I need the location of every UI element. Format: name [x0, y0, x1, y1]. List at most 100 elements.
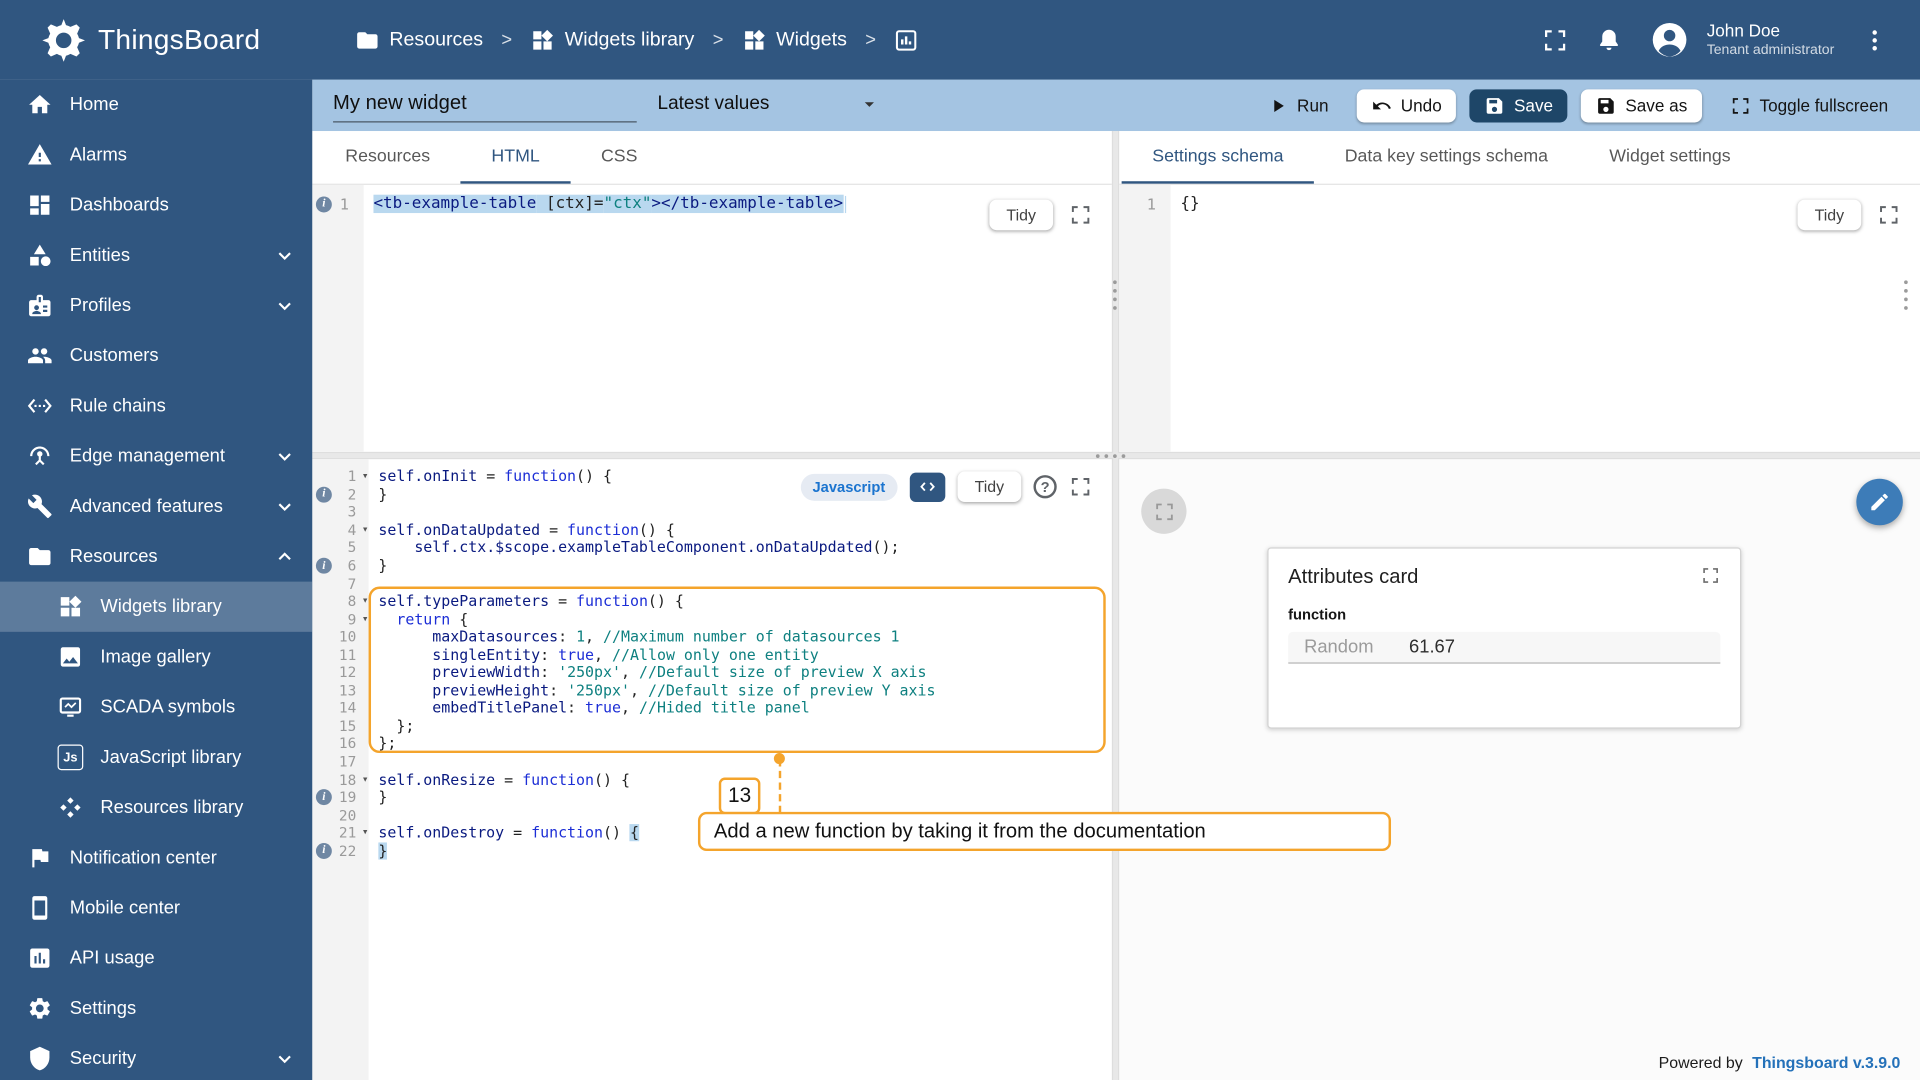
undo-button[interactable]: Undo: [1356, 88, 1457, 122]
editor-tab-css[interactable]: CSS: [570, 131, 668, 184]
toggle-fullscreen-button[interactable]: Toggle fullscreen: [1715, 89, 1902, 122]
code-line[interactable]: }: [378, 557, 1111, 575]
tidy-button[interactable]: Tidy: [1797, 199, 1862, 231]
javascript-code-editor[interactable]: 1 ▾ i 2 3 4 ▾ 5 i 6 7 8 ▾ 9 ▾ 10 11 12 13 14 15 16 17 18 ▾ i 19 20 2…: [312, 459, 1112, 1080]
schema-tab-settings-schema[interactable]: Settings schema: [1121, 131, 1315, 184]
code-line[interactable]: self.onResize = function() {: [378, 771, 1111, 789]
thingsboard-version-link[interactable]: Thingsboard v.3.9.0: [1752, 1053, 1900, 1071]
sidebar-item-image-gallery[interactable]: Image gallery: [0, 632, 312, 682]
fold-arrow-icon[interactable]: ▾: [362, 471, 369, 483]
sidebar-item-settings[interactable]: Settings: [0, 983, 312, 1033]
editor-tab-html[interactable]: HTML: [460, 131, 571, 184]
user-info[interactable]: John Doe Tenant administrator: [1707, 20, 1835, 61]
code-line[interactable]: };: [378, 735, 1111, 753]
expand-editor-icon[interactable]: [1069, 203, 1092, 226]
editor-tab-resources[interactable]: Resources: [315, 131, 461, 184]
fold-arrow-icon[interactable]: ▾: [362, 595, 369, 607]
schema-tab-widget-settings[interactable]: Widget settings: [1579, 131, 1762, 184]
sidebar-item-resources[interactable]: Resources: [0, 531, 312, 581]
expand-editor-icon[interactable]: [1069, 475, 1092, 498]
code-line[interactable]: singleEntity: true, //Allow only one ent…: [378, 646, 1111, 664]
sidebar-item-profiles[interactable]: Profiles: [0, 280, 312, 330]
widget-title-input[interactable]: My new widget: [333, 89, 637, 122]
sidebar-item-rule-chains[interactable]: Rule chains: [0, 381, 312, 431]
undo-label: Undo: [1400, 95, 1442, 116]
more-menu-icon[interactable]: [1861, 26, 1888, 53]
code-area[interactable]: self.onInit = function() {} self.onDataUp…: [369, 459, 1112, 1080]
notifications-bell-icon[interactable]: [1595, 26, 1622, 53]
breadcrumb-label: Widgets: [776, 28, 847, 50]
code-line[interactable]: }: [378, 788, 1111, 806]
gear-icon: [27, 996, 53, 1022]
attribute-row: Random 61.67: [1288, 631, 1721, 664]
splitter-handle[interactable]: [1095, 454, 1100, 458]
code-line[interactable]: previewWidth: '250px', //Default size of…: [378, 664, 1111, 682]
code-line[interactable]: }: [378, 842, 1111, 860]
widget-fullscreen-icon[interactable]: [1701, 566, 1721, 586]
app-logo[interactable]: ThingsBoard: [0, 17, 312, 64]
sidebar-item-scada-symbols[interactable]: SCADA symbols: [0, 682, 312, 732]
tidy-button[interactable]: Tidy: [989, 199, 1054, 231]
breadcrumb-item-resources[interactable]: Resources: [355, 28, 483, 52]
sidebar-item-javascript-library[interactable]: Js JavaScript library: [0, 732, 312, 782]
splitter-handle[interactable]: [1113, 280, 1117, 285]
code-line[interactable]: [378, 806, 1111, 824]
sidebar-item-entities[interactable]: Entities: [0, 230, 312, 280]
edit-widget-button[interactable]: [1856, 478, 1903, 526]
run-button[interactable]: Run: [1253, 89, 1343, 122]
save-as-button[interactable]: Save as: [1581, 88, 1702, 122]
code-line[interactable]: self.onDataUpdated = function() {: [378, 521, 1111, 539]
fullscreen-icon[interactable]: [1541, 26, 1568, 53]
sidebar-item-dashboards[interactable]: Dashboards: [0, 180, 312, 230]
sidebar-item-resources-library[interactable]: Resources library: [0, 782, 312, 832]
chart-icon: [894, 28, 918, 52]
expand-editor-icon[interactable]: [1877, 203, 1900, 226]
fold-arrow-icon[interactable]: ▾: [362, 524, 369, 536]
editor-tools: Tidy: [989, 199, 1092, 231]
sidebar-item-alarms[interactable]: Alarms: [0, 130, 312, 180]
code-line[interactable]: [378, 503, 1111, 521]
code-line[interactable]: embedTitlePanel: true, //Hided title pan…: [378, 699, 1111, 717]
schema-tab-data-key-settings-schema[interactable]: Data key settings schema: [1314, 131, 1579, 184]
code-line[interactable]: self.ctx.$scope.exampleTableComponent.on…: [378, 539, 1111, 557]
sidebar-item-customers[interactable]: Customers: [0, 331, 312, 381]
sidebar-item-label: Dashboards: [69, 194, 169, 216]
html-code-editor[interactable]: i1 <tb-example-table [ctx]= "ctx" ></tb-ex…: [312, 184, 1112, 452]
code-line[interactable]: return {: [378, 610, 1111, 628]
breadcrumb-item-widgets[interactable]: Widgets: [742, 28, 847, 52]
folder-icon: [27, 544, 53, 570]
sidebar-item-mobile-center[interactable]: Mobile center: [0, 883, 312, 933]
code-line[interactable]: self.onDestroy = function() {: [378, 824, 1111, 842]
schema-code-editor[interactable]: 1 {} Tidy: [1119, 184, 1920, 452]
attribute-key: Random: [1304, 636, 1374, 658]
code-line[interactable]: };: [378, 717, 1111, 735]
sidebar-item-home[interactable]: Home: [0, 80, 312, 130]
code-line[interactable]: previewHeight: '250px', //Default size o…: [378, 682, 1111, 700]
sidebar-item-edge-management[interactable]: Edge management: [0, 431, 312, 481]
sidebar-item-api-usage[interactable]: API usage: [0, 933, 312, 983]
preview-fullscreen-button[interactable]: [1141, 488, 1187, 534]
fold-arrow-icon[interactable]: ▾: [362, 613, 369, 625]
code-brackets-icon: [918, 478, 936, 496]
chevron-down-icon: [272, 443, 298, 469]
code-line[interactable]: [378, 753, 1111, 771]
breadcrumb-item-widgets-library[interactable]: Widgets library: [531, 28, 694, 52]
code-editor-button[interactable]: [909, 472, 946, 502]
sidebar-item-advanced-features[interactable]: Advanced features: [0, 481, 312, 531]
code-line[interactable]: maxDatasources: 1, //Maximum number of d…: [378, 628, 1111, 646]
sidebar-item-widgets-library[interactable]: Widgets library: [0, 581, 313, 632]
tidy-button[interactable]: Tidy: [957, 471, 1022, 503]
code-line[interactable]: [378, 575, 1111, 593]
help-icon[interactable]: ?: [1033, 475, 1057, 499]
breadcrumb-item-widget-type[interactable]: [894, 28, 918, 52]
fold-arrow-icon[interactable]: ▾: [362, 827, 369, 839]
sidebar-item-security[interactable]: Security: [0, 1033, 312, 1080]
gutter-line: i 22: [312, 842, 368, 860]
save-button[interactable]: Save: [1469, 88, 1568, 122]
fold-arrow-icon[interactable]: ▾: [362, 773, 369, 785]
widget-type-select[interactable]: Latest values: [658, 90, 881, 121]
code-line[interactable]: self.typeParameters = function() {: [378, 592, 1111, 610]
avatar[interactable]: [1649, 20, 1689, 60]
sidebar-item-notification-center[interactable]: Notification center: [0, 833, 312, 883]
splitter-handle[interactable]: [1904, 280, 1908, 285]
